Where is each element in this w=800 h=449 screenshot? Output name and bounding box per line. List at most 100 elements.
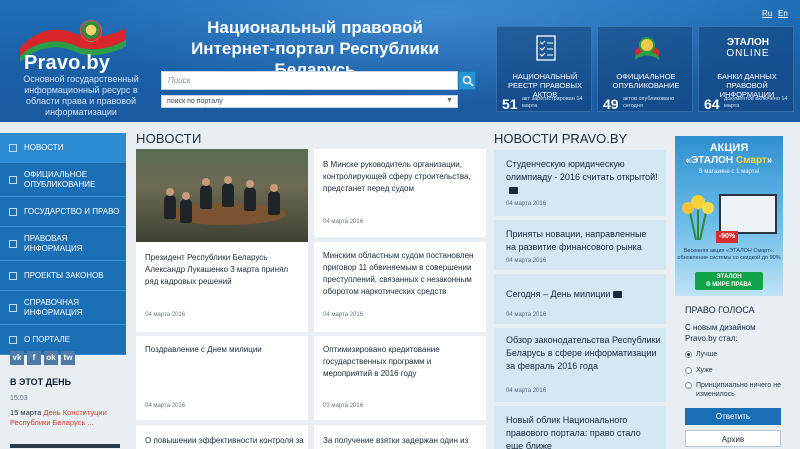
sidebar-item-draft-laws[interactable]: ПРОЕКТЫ ЗАКОНОВ (0, 261, 126, 291)
etalon-logo-line-2: ONLINE (726, 48, 770, 59)
ad-product-name-highlight: Смарт (735, 155, 767, 166)
news-card[interactable]: Оптимизировано кредитование государствен… (314, 336, 486, 420)
search-button[interactable] (458, 71, 476, 90)
tile-legal-register[interactable]: НАЦИОНАЛЬНЫЙ РЕЕСТР ПРАВОВЫХ АКТОВ 51 ак… (496, 26, 592, 112)
pravo-news-card[interactable]: Студенческую юридическую олимпиаду - 201… (494, 150, 666, 216)
etalon-logo-line-1: ЭТАЛОН (716, 274, 742, 280)
sidebar-nav: НОВОСТИ ОФИЦИАЛЬНОЕ ОПУБЛИКОВАНИЕ ГОСУДА… (0, 133, 126, 355)
sidebar-item-label: ПРАВОВАЯ ИНФОРМАЦИЯ (24, 233, 83, 253)
odnoklassniki-icon[interactable]: ok (44, 351, 58, 365)
ad-footer-text: Весенняя акция «ЭТАЛОН Смарт»: обновлени… (677, 248, 781, 261)
etalon-online-logo: ЭТАЛОН ONLINE (717, 37, 779, 59)
radio-selected-icon[interactable] (685, 351, 692, 358)
search-input[interactable]: Поиск (161, 71, 458, 90)
news-title: Поздравление с Днем милиции (145, 345, 262, 354)
news-icon (9, 143, 17, 152)
publication-icon (9, 175, 17, 184)
site-title-line-1: Национальный правовой (207, 18, 423, 37)
news-title: За получение взятки задержан один из (323, 436, 469, 445)
photo-person-head (224, 176, 232, 184)
photo-person-head (182, 192, 190, 200)
tile-title: БАНКИ ДАННЫХ ПРАВОВОЙ ИНФОРМАЦИИ (717, 72, 777, 99)
news-card[interactable]: Минским областным судом постановлен приг… (314, 242, 486, 332)
pravo-news-title: Обзор законодательства Республики Белару… (506, 335, 661, 371)
archive-button[interactable]: Архив (685, 430, 781, 447)
etalon-logo-line-1: ЭТАЛОН (727, 37, 769, 48)
search-icon (462, 75, 474, 87)
info-icon (9, 335, 17, 344)
news-photo[interactable] (136, 149, 308, 242)
section-divider (10, 444, 120, 448)
vote-button[interactable]: Ответить (685, 408, 781, 425)
poll-option-unchanged[interactable]: Принципиально ничего не изменилось (685, 381, 785, 399)
pravo-news-card[interactable]: Новый облик Национального правового порт… (494, 406, 666, 449)
sidebar-item-legal-info[interactable]: ПРАВОВАЯ ИНФОРМАЦИЯ (0, 227, 126, 261)
camera-icon (509, 187, 518, 194)
logo-text: Pravo.by (24, 52, 111, 74)
tile-title: НАЦИОНАЛЬНЫЙ РЕЕСТР ПРАВОВЫХ АКТОВ (508, 72, 582, 99)
photo-person (180, 199, 192, 223)
ad-subline: В магазине с 1 марта! (698, 169, 760, 175)
poll-option-better[interactable]: Лучше (685, 350, 785, 359)
ad-product-name-part: «ЭТАЛОН (685, 155, 736, 166)
pravo-news-title: Студенческую юридическую олимпиаду - 201… (506, 158, 658, 197)
news-card[interactable]: Поздравление с Днем милиции 04 марта 201… (136, 336, 308, 420)
pravo-news-card[interactable]: Приняты новации, направленные на развити… (494, 220, 666, 270)
ad-product-name-part: » (766, 155, 773, 166)
sidebar-item-news[interactable]: НОВОСТИ (0, 133, 126, 163)
news-card[interactable]: О повышении эффективности контроля за (136, 425, 308, 449)
sidebar-item-label: НОВОСТИ (24, 142, 64, 152)
sidebar-item-label: ГОСУДАРСТВО И ПРАВО (24, 206, 120, 216)
photo-person (244, 187, 256, 211)
news-card[interactable]: В Минске руководитель организации, контр… (314, 149, 486, 237)
news-date: 04 марта 2016 (323, 219, 364, 225)
poll-option-label: Хуже (696, 367, 713, 374)
photo-person-head (202, 178, 210, 186)
pravo-news-heading: НОВОСТИ PRAVO.BY (494, 131, 628, 146)
tile-caption: актов опубликовано сегодня (623, 96, 675, 109)
reference-icon (9, 303, 17, 312)
tile-official-publication[interactable]: ОФИЦИАЛЬНОЕ ОПУБЛИКОВАНИЕ 49 актов опубл… (597, 26, 693, 112)
lang-ru-link[interactable]: Ru (762, 9, 772, 18)
tile-legal-databases[interactable]: ЭТАЛОН ONLINE БАНКИ ДАННЫХ ПРАВОВОЙ ИНФО… (698, 26, 794, 112)
radio-icon[interactable] (685, 367, 692, 374)
pravo-news-title: Сегодня – День милиции (506, 288, 658, 301)
sidebar-item-label: ОФИЦИАЛЬНОЕ ОПУБЛИКОВАНИЕ (24, 169, 96, 189)
etalon-logo: ЭТАЛОН В МИРЕ ПРАВА (695, 272, 763, 290)
pravo-news-title-text: Сегодня – День милиции (506, 289, 611, 299)
news-date: 04 марта 2016 (145, 312, 186, 318)
lang-en-link[interactable]: En (778, 9, 788, 18)
etalon-smart-ad-banner[interactable]: АКЦИЯ «ЭТАЛОН Смарт» В магазине с 1 март… (675, 136, 783, 296)
this-day-time: 15:03 (10, 395, 28, 402)
facebook-icon[interactable]: f (27, 351, 41, 365)
site-logo[interactable]: Pravo.by (10, 8, 130, 74)
laptop-icon (719, 194, 777, 234)
news-heading: НОВОСТИ (136, 131, 202, 146)
this-day-entry: 15 марта День Конституции Республики Бел… (10, 408, 122, 428)
sidebar-item-official-publication[interactable]: ОФИЦИАЛЬНОЕ ОПУБЛИКОВАНИЕ (0, 163, 126, 197)
sidebar-item-label: О ПОРТАЛЕ (24, 334, 71, 344)
twitter-icon[interactable]: tw (61, 351, 75, 365)
sidebar-item-state-and-law[interactable]: ГОСУДАРСТВО И ПРАВО (0, 197, 126, 227)
flowers-icon (682, 195, 714, 240)
discount-badge: -90% (716, 231, 738, 243)
state-emblem-icon (80, 20, 102, 42)
etalon-logo-line-2: В МИРЕ ПРАВА (706, 282, 752, 288)
poll-option-label: Принципиально ничего не изменилось (696, 382, 781, 398)
pravo-news-card[interactable]: Обзор законодательства Республики Белару… (494, 328, 666, 402)
pravo-news-card[interactable]: Сегодня – День милиции 04 марта 2016 (494, 274, 666, 324)
photo-person (200, 185, 212, 209)
photo-person-head (166, 188, 174, 196)
sidebar-item-label: ПРОЕКТЫ ЗАКОНОВ (24, 270, 104, 280)
news-title: Оптимизировано кредитование государствен… (323, 345, 440, 378)
tile-count: 49 (603, 96, 619, 112)
sidebar-item-reference-info[interactable]: СПРАВОЧНАЯ ИНФОРМАЦИЯ (0, 291, 126, 325)
news-card[interactable]: За получение взятки задержан один из (314, 425, 486, 449)
news-card[interactable]: Президент Республики Беларусь Александр … (136, 242, 308, 332)
search-scope-select[interactable]: поиск по порталу ▼ (161, 95, 458, 108)
vk-icon[interactable]: vk (10, 351, 24, 365)
tile-count: 64 (704, 96, 720, 112)
state-emblem-icon (635, 37, 659, 60)
poll-option-worse[interactable]: Хуже (685, 366, 785, 375)
radio-icon[interactable] (685, 382, 692, 389)
